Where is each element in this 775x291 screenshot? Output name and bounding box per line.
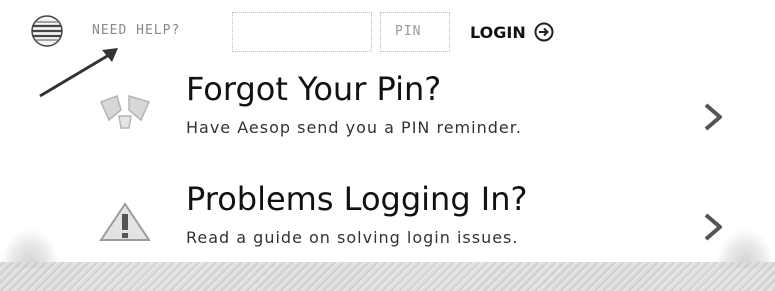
help-item-forgot-pin[interactable]: Forgot Your Pin? Have Aesop send you a P… <box>0 70 775 170</box>
help-item-title: Forgot Your Pin? <box>186 70 442 108</box>
chevron-right-icon <box>704 103 722 131</box>
decorative-footer-band <box>0 262 775 291</box>
need-help-link[interactable]: NEED HELP? <box>92 23 180 38</box>
username-input[interactable] <box>232 12 372 52</box>
help-item-description: Read a guide on solving login issues. <box>186 228 519 247</box>
globe-icon <box>31 15 63 47</box>
broken-lightbulb-icon <box>99 94 151 129</box>
login-label: LOGIN <box>470 22 526 42</box>
help-item-title: Problems Logging In? <box>186 180 528 218</box>
arrow-circle-icon <box>534 22 554 42</box>
help-item-description: Have Aesop send you a PIN reminder. <box>186 118 522 137</box>
pin-input[interactable]: PIN <box>380 12 450 52</box>
warning-icon <box>99 202 151 241</box>
login-button[interactable]: LOGIN <box>470 22 554 42</box>
